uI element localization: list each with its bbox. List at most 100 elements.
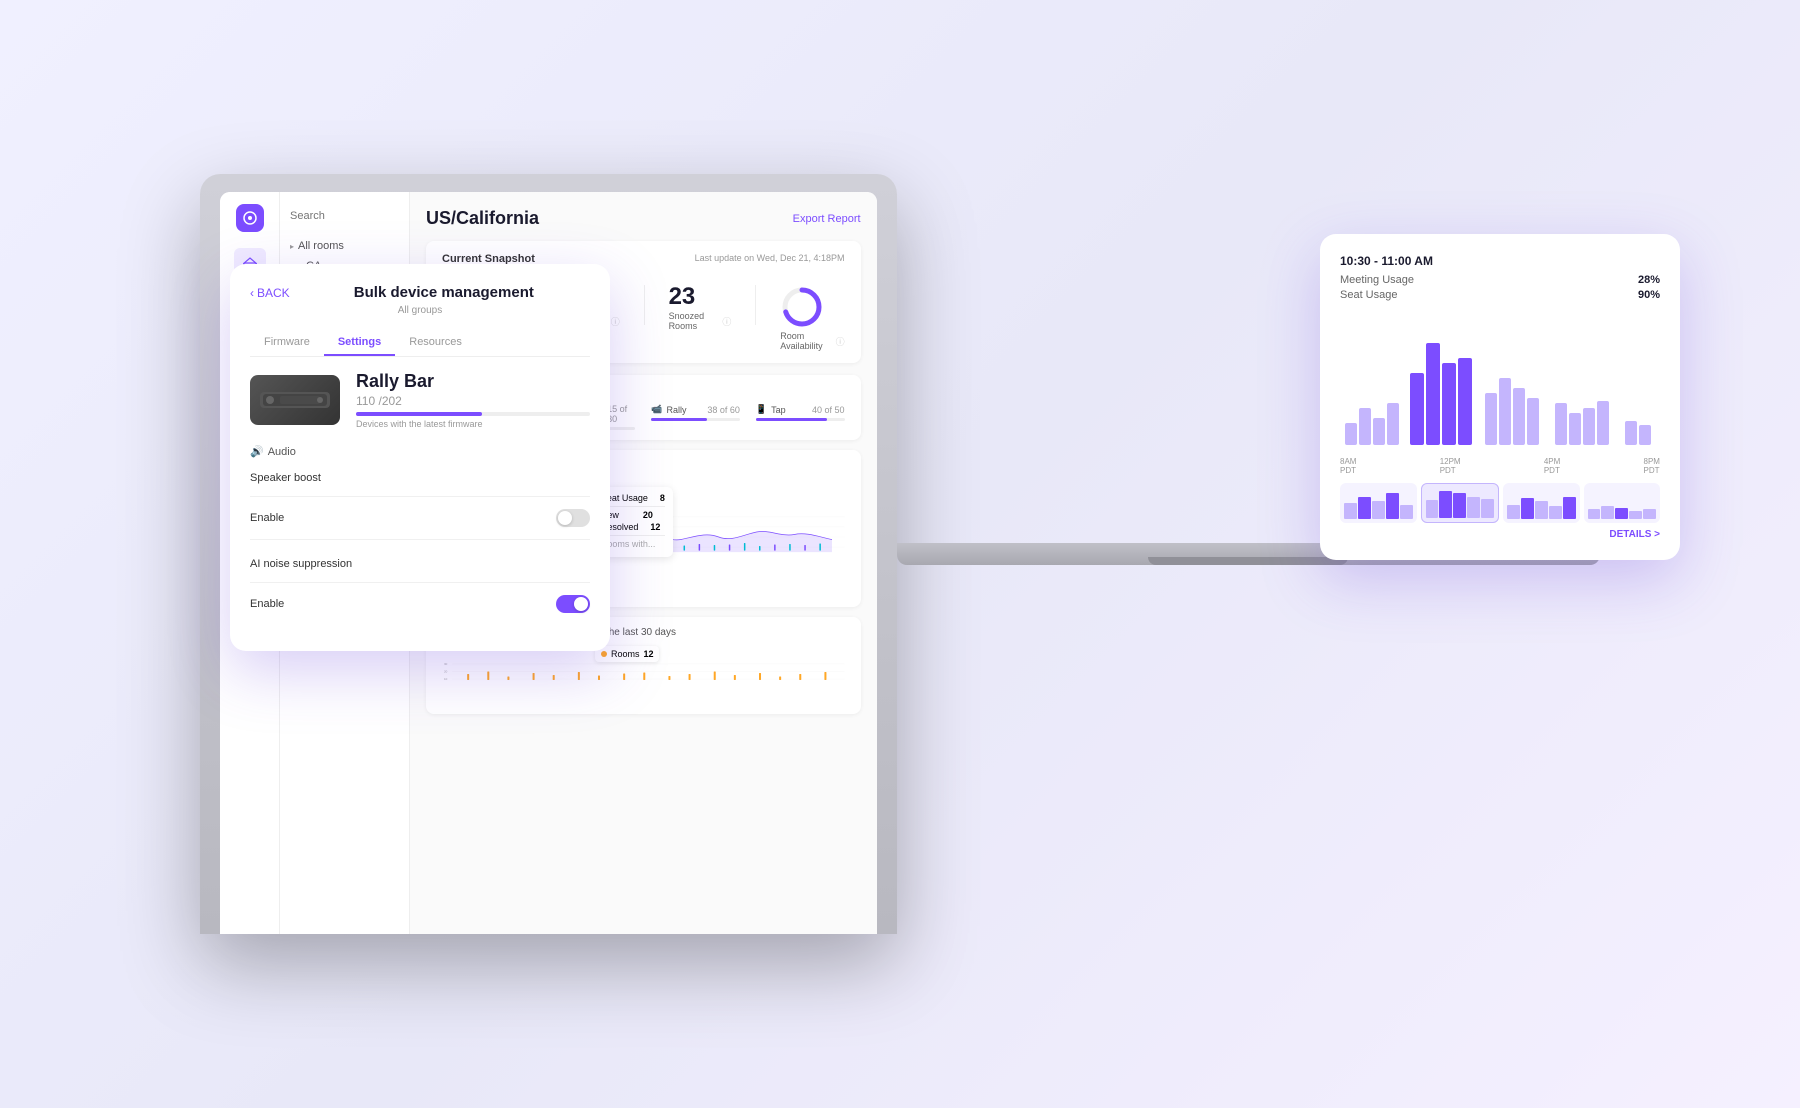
bulk-device-card: ‹ BACK Bulk device management All groups… — [230, 264, 610, 651]
snapshot-update: Last update on Wed, Dec 21, 4:18PM — [695, 253, 845, 263]
seat-usage-value: 90% — [1638, 289, 1660, 301]
ai-noise-row: AI noise suppression — [250, 552, 590, 576]
bar-chart-area — [1340, 313, 1660, 453]
speaker-boost-row: Speaker boost — [250, 466, 590, 490]
back-arrow-icon: ‹ — [250, 286, 254, 300]
device-total-value: 202 — [382, 394, 402, 408]
divider2 — [250, 539, 590, 540]
usage-time-label: 10:30 - 11:00 AM — [1340, 254, 1660, 268]
mini-bar — [1588, 509, 1601, 519]
metric-divider-3 — [755, 285, 756, 325]
tap-bar-fill — [756, 418, 827, 421]
usage-popup-card: 10:30 - 11:00 AM Meeting Usage 28% Seat … — [1320, 234, 1680, 560]
firmware-item-rally: 📹 Rally 38 of 60 — [651, 404, 740, 430]
mini-bar — [1521, 498, 1534, 519]
back-label: BACK — [257, 286, 290, 300]
mini-chart-3[interactable] — [1503, 483, 1580, 523]
divider — [250, 496, 590, 497]
metric-divider-2 — [644, 285, 645, 325]
metric-availability: Room Availability ⓘ — [780, 285, 844, 351]
occupancy-legend: Rooms 12 — [595, 646, 660, 662]
info-icon-3: ⓘ — [722, 315, 731, 328]
usage-stats: Meeting Usage 28% Seat Usage 90% — [1340, 274, 1660, 301]
export-report-button[interactable]: Export Report — [793, 213, 861, 225]
mini-bar — [1372, 501, 1385, 519]
rally-name: 📹 Rally — [651, 404, 686, 415]
metric-snoozed: 23 Snoozed Rooms ⓘ — [669, 285, 732, 331]
usage-stat-seat: Seat Usage 90% — [1340, 289, 1660, 301]
mini-bar — [1563, 497, 1576, 519]
device-count-value: 110 — [356, 394, 375, 408]
audio-icon: 🔊 — [250, 445, 264, 458]
mini-bar — [1386, 493, 1399, 519]
rally-icon: 📹 — [651, 404, 662, 415]
device-count: 110 /202 — [356, 394, 590, 408]
mini-chart-1[interactable] — [1340, 483, 1417, 523]
mini-bar — [1643, 509, 1656, 519]
firmware-progress-bar — [356, 412, 590, 416]
mini-bar — [1439, 491, 1452, 518]
logo-icon — [242, 210, 258, 226]
mini-bar — [1601, 506, 1614, 519]
main-header: US/California Export Report — [426, 208, 861, 229]
firmware-item-header-rally: 📹 Rally 38 of 60 — [651, 404, 740, 415]
snoozed-value: 23 — [669, 285, 732, 309]
ai-noise-toggle[interactable] — [556, 595, 590, 613]
mini-chart-4[interactable] — [1584, 483, 1661, 523]
audio-setting: 🔊 Audio Speaker boost Enable — [250, 445, 590, 540]
mini-bar — [1549, 506, 1562, 519]
nav-item-all-rooms[interactable]: ▸ All rooms — [280, 236, 409, 256]
availability-chart — [780, 285, 824, 329]
tab-resources[interactable]: Resources — [395, 330, 476, 356]
mini-bar — [1453, 493, 1466, 519]
tab-settings[interactable]: Settings — [324, 330, 395, 356]
bulk-tabs: Firmware Settings Resources — [250, 330, 590, 357]
usage-popup-inner: 10:30 - 11:00 AM Meeting Usage 28% Seat … — [1340, 254, 1660, 540]
info-icon-4: ⓘ — [836, 335, 845, 348]
tab-firmware[interactable]: Firmware — [250, 330, 324, 356]
seat-usage-label: Seat Usage — [1340, 289, 1397, 301]
svg-text:10: 10 — [444, 677, 448, 681]
mini-bar-row — [1340, 483, 1660, 523]
search-input[interactable] — [290, 210, 399, 222]
device-image — [250, 375, 340, 425]
bulk-card-title: Bulk device management — [298, 284, 590, 301]
bulk-card-header: ‹ BACK Bulk device management — [250, 284, 590, 301]
divider3 — [250, 582, 590, 583]
mini-bar — [1344, 503, 1357, 519]
mini-bar — [1615, 508, 1628, 519]
page-title: US/California — [426, 208, 539, 229]
mini-bar — [1481, 499, 1494, 519]
page-container: ‹ BACK Bulk device management All groups… — [200, 104, 1600, 1004]
tap-icon: 📱 — [756, 404, 767, 415]
audio-section-title: 🔊 Audio — [250, 445, 590, 458]
rally-count: 38 of 60 — [707, 405, 740, 415]
usage-stat-meeting: Meeting Usage 28% — [1340, 274, 1660, 286]
arrow-icon: ▸ — [290, 242, 294, 251]
mini-bar — [1426, 500, 1439, 518]
speaker-boost-toggle[interactable] — [556, 509, 590, 527]
snoozed-label: Snoozed Rooms ⓘ — [669, 311, 732, 331]
firmware-progress-fill — [356, 412, 482, 416]
rally-bar-fill — [651, 418, 707, 421]
tap-bar-bg — [756, 418, 845, 421]
mini-chart-2-selected[interactable] — [1421, 483, 1500, 523]
back-button[interactable]: ‹ BACK — [250, 286, 290, 300]
tap-name: 📱 Tap — [756, 404, 786, 415]
meeting-usage-label: Meeting Usage — [1340, 274, 1414, 286]
occupancy-legend-dot — [601, 651, 607, 657]
mini-bar — [1535, 501, 1548, 519]
mini-bar — [1467, 497, 1480, 518]
noise-suppression-setting: AI noise suppression Enable — [250, 552, 590, 619]
info-icon-2: ⓘ — [611, 315, 620, 328]
bar-chart-svg — [1340, 313, 1660, 453]
firmware-item-tap: 📱 Tap 40 of 50 — [756, 404, 845, 430]
mini-bar — [1400, 505, 1413, 519]
device-svg — [255, 380, 335, 420]
availability-label: Room Availability ⓘ — [780, 331, 844, 351]
tap-count: 40 of 50 — [812, 405, 845, 415]
bar-time-labels: 8AMPDT 12PMPDT 4PMPDT 8PMPDT — [1340, 457, 1660, 475]
details-link[interactable]: DETAILS > — [1340, 529, 1660, 540]
mini-bar — [1507, 505, 1520, 519]
ai-noise-enable-row: Enable — [250, 589, 590, 619]
